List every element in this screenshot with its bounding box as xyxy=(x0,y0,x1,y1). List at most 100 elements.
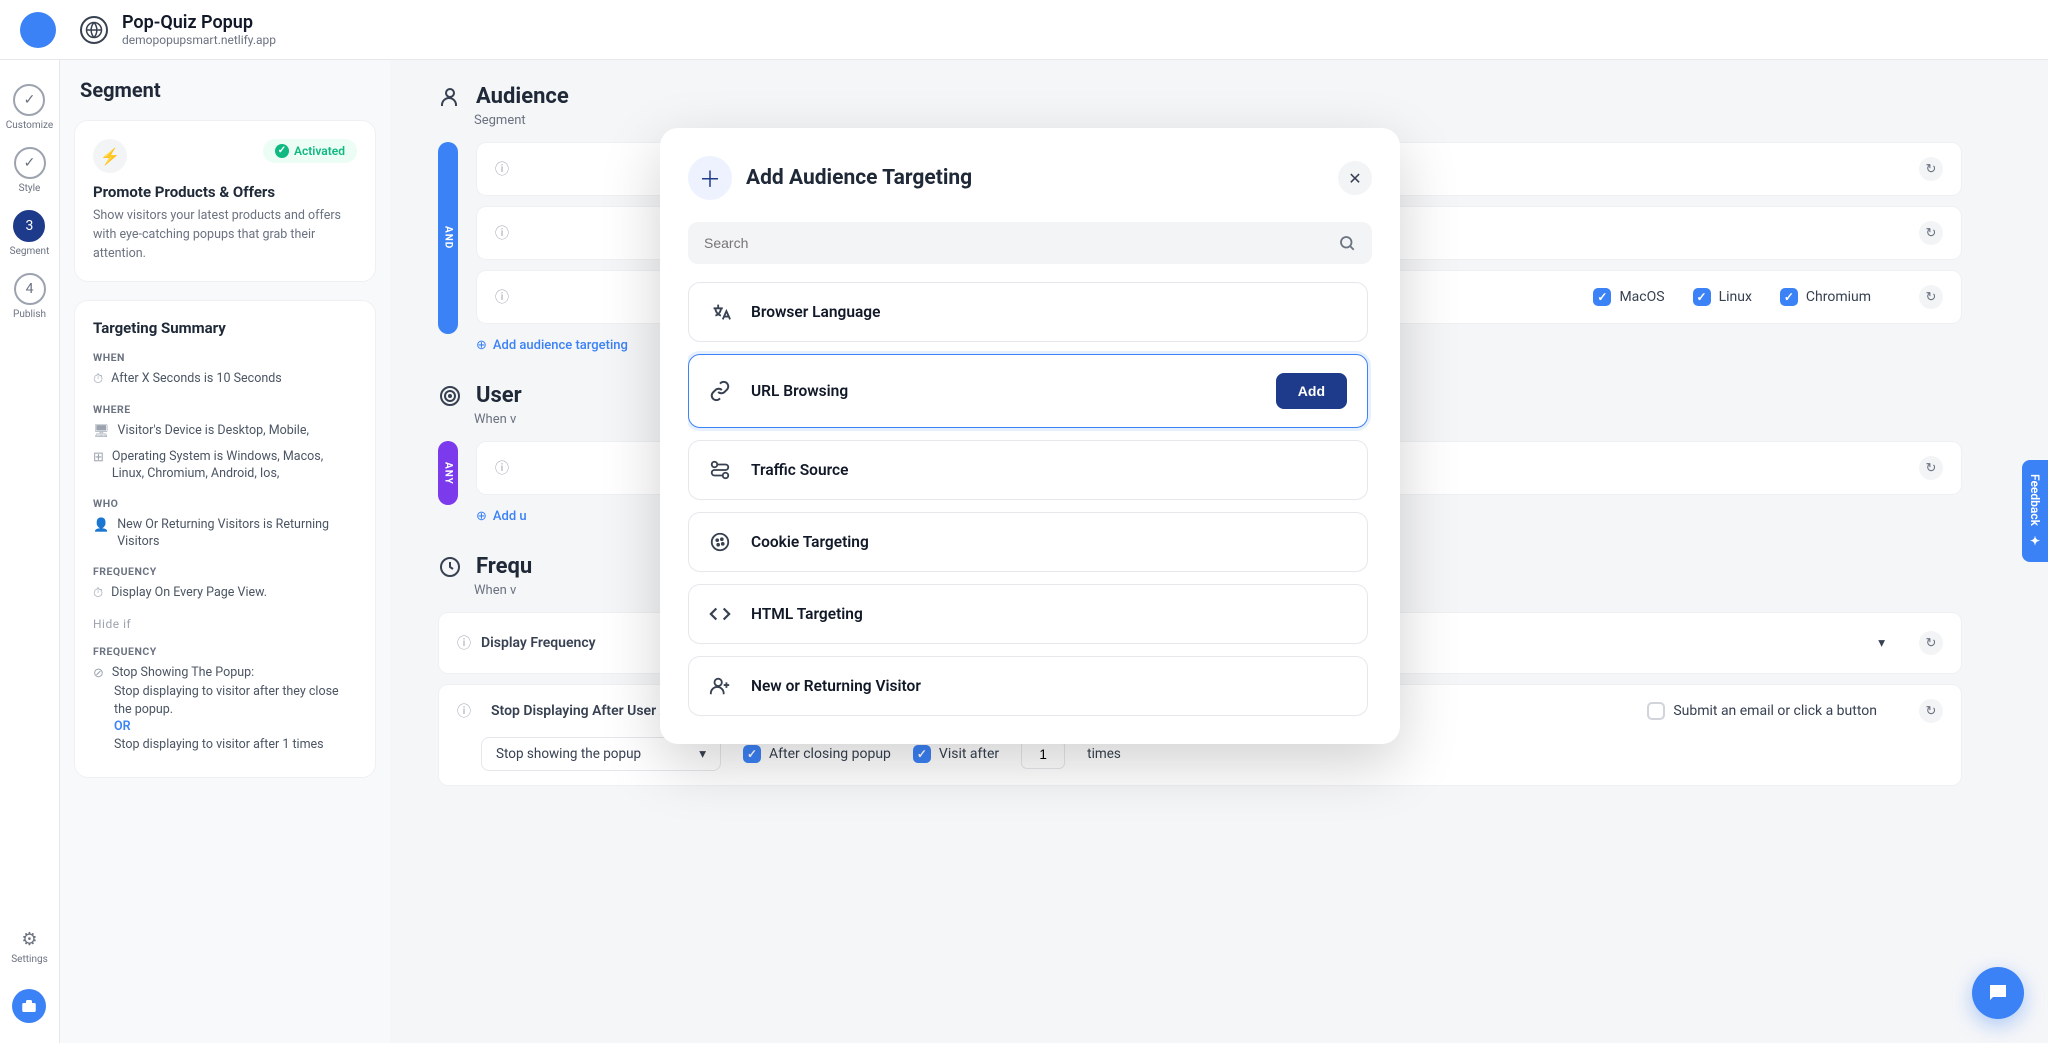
join-any-bar: ANY xyxy=(438,441,458,505)
chevron-down-icon: ▾ xyxy=(699,746,706,762)
activated-badge: Activated xyxy=(263,139,357,163)
info-icon[interactable]: ⓘ xyxy=(495,287,509,307)
rail-customize[interactable]: ✓ Customize xyxy=(6,78,53,137)
chat-widget[interactable] xyxy=(1972,967,2024,1019)
audience-subtitle: Segment xyxy=(474,113,1962,128)
gear-icon: ⚙ xyxy=(21,929,37,950)
summary-stop-item: ⊘Stop Showing The Popup: Stop displaying… xyxy=(93,664,357,753)
reset-icon[interactable]: ↻ xyxy=(1919,699,1943,723)
summary-who-label: WHO xyxy=(93,497,357,510)
rail-segment[interactable]: 3 Segment xyxy=(10,204,50,263)
summary-hide-label: Hide if xyxy=(93,617,357,631)
option-browser-language[interactable]: Browser Language xyxy=(688,282,1368,342)
info-icon[interactable]: ⓘ xyxy=(495,223,509,243)
targeting-summary-card: Targeting Summary WHEN ⏱After X Seconds … xyxy=(74,300,376,778)
add-audience-targeting-modal: ＋ Add Audience Targeting ✕ Browser Langu… xyxy=(660,128,1400,744)
option-new-returning-visitor[interactable]: New or Returning Visitor xyxy=(688,656,1368,716)
translate-icon xyxy=(709,301,735,323)
chevron-down-icon: ▾ xyxy=(1878,635,1885,651)
toolbox-button[interactable] xyxy=(12,989,46,1023)
traffic-source-icon xyxy=(709,459,735,481)
device-icon: 🖥 xyxy=(93,423,110,441)
plus-icon: ＋ xyxy=(688,156,732,200)
nav-rail: ✓ Customize ✓ Style 3 Segment 4 Publish … xyxy=(0,60,60,1043)
reset-icon[interactable]: ↻ xyxy=(1919,221,1943,245)
search-icon xyxy=(1338,234,1356,252)
step-number-icon: 3 xyxy=(13,210,45,242)
rail-settings[interactable]: ⚙ Settings xyxy=(11,923,48,971)
target-icon xyxy=(438,384,462,408)
targeting-options-list: Browser Language URL Browsing Add Traffi… xyxy=(688,282,1372,716)
after-closing-checkbox[interactable]: ✓After closing popup xyxy=(743,745,891,763)
reset-icon[interactable]: ↻ xyxy=(1919,157,1943,181)
history-icon xyxy=(438,555,462,579)
stop-icon: ⊘ xyxy=(93,665,104,683)
person-plus-icon xyxy=(709,675,735,697)
app-logo[interactable] xyxy=(20,12,56,48)
promo-title: Promote Products & Offers xyxy=(93,183,357,201)
display-frequency-label: Display Frequency xyxy=(481,635,596,651)
check-icon: ✓ xyxy=(13,84,45,116)
summary-where-label: WHERE xyxy=(93,403,357,416)
summary-item: ⏱After X Seconds is 10 Seconds xyxy=(93,370,357,389)
info-icon[interactable]: ⓘ xyxy=(495,458,509,478)
search-input[interactable] xyxy=(688,222,1372,264)
summary-frequency2-label: FREQUENCY xyxy=(93,645,357,658)
clock-icon: ⏱ xyxy=(93,585,103,603)
option-url-browsing[interactable]: URL Browsing Add xyxy=(688,354,1368,428)
code-icon xyxy=(709,603,735,625)
cookie-icon xyxy=(709,531,735,553)
option-html-targeting[interactable]: HTML Targeting xyxy=(688,584,1368,644)
add-audience-targeting-link[interactable]: ⊕Add audience targeting xyxy=(476,338,628,353)
app-subtitle: demopopupsmart.netlify.app xyxy=(122,33,276,47)
os-checkbox-linux[interactable]: ✓Linux xyxy=(1693,288,1752,306)
frequency-title: Frequ xyxy=(476,554,532,579)
info-icon[interactable]: ⓘ xyxy=(495,159,509,179)
option-cookie-targeting[interactable]: Cookie Targeting xyxy=(688,512,1368,572)
add-button[interactable]: Add xyxy=(1276,373,1347,409)
app-title: Pop-Quiz Popup xyxy=(122,12,276,33)
audience-title: Audience xyxy=(476,84,569,109)
add-user-targeting-link[interactable]: ⊕Add u xyxy=(476,509,527,524)
reset-icon[interactable]: ↻ xyxy=(1919,285,1943,309)
globe-icon xyxy=(80,16,108,44)
submit-email-checkbox[interactable]: Submit an email or click a button xyxy=(1647,702,1877,720)
top-bar: Pop-Quiz Popup demopopupsmart.netlify.ap… xyxy=(0,0,2048,60)
info-icon[interactable]: ⓘ xyxy=(457,701,471,721)
summary-item: 👤New Or Returning Visitors is Returning … xyxy=(93,516,357,551)
os-checkbox-chromium[interactable]: ✓Chromium xyxy=(1780,288,1871,306)
person-icon xyxy=(438,85,462,109)
step-number-icon: 4 xyxy=(14,273,46,305)
summary-item: ⊞Operating System is Windows, Macos, Lin… xyxy=(93,448,357,483)
modal-title: Add Audience Targeting xyxy=(746,166,972,190)
clock-icon: ⏱ xyxy=(93,371,103,389)
os-icon: ⊞ xyxy=(93,449,104,467)
summary-frequency-label: FREQUENCY xyxy=(93,565,357,578)
join-and-bar: AND xyxy=(438,142,458,334)
summary-title: Targeting Summary xyxy=(93,319,357,337)
summary-item: 🖥Visitor's Device is Desktop, Mobile, xyxy=(93,422,357,441)
option-traffic-source[interactable]: Traffic Source xyxy=(688,440,1368,500)
reset-icon[interactable]: ↻ xyxy=(1919,631,1943,655)
link-icon xyxy=(709,380,735,402)
info-icon[interactable]: ⓘ xyxy=(457,633,471,653)
segment-panel: Segment ⚡ Activated Promote Products & O… xyxy=(60,60,390,1043)
reset-icon[interactable]: ↻ xyxy=(1919,456,1943,480)
visit-after-checkbox[interactable]: ✓Visit after xyxy=(913,745,999,763)
rail-style[interactable]: ✓ Style xyxy=(14,141,46,200)
summary-item: ⏱Display On Every Page View. xyxy=(93,584,357,603)
times-label: times xyxy=(1087,746,1121,762)
feedback-tab[interactable]: Feedback ✦ xyxy=(2022,460,2048,562)
panel-heading: Segment xyxy=(74,78,376,102)
os-checkbox-macos[interactable]: ✓MacOS xyxy=(1593,288,1664,306)
app-title-block: Pop-Quiz Popup demopopupsmart.netlify.ap… xyxy=(122,12,276,47)
user-behavior-title: User xyxy=(476,383,522,408)
plus-icon: ⊕ xyxy=(476,338,487,353)
plus-icon: ⊕ xyxy=(476,509,487,524)
summary-when-label: WHEN xyxy=(93,351,357,364)
bolt-icon: ⚡ xyxy=(93,139,127,173)
close-button[interactable]: ✕ xyxy=(1338,161,1372,195)
check-icon: ✓ xyxy=(14,147,46,179)
rail-publish[interactable]: 4 Publish xyxy=(13,267,46,326)
promo-card: ⚡ Activated Promote Products & Offers Sh… xyxy=(74,120,376,282)
